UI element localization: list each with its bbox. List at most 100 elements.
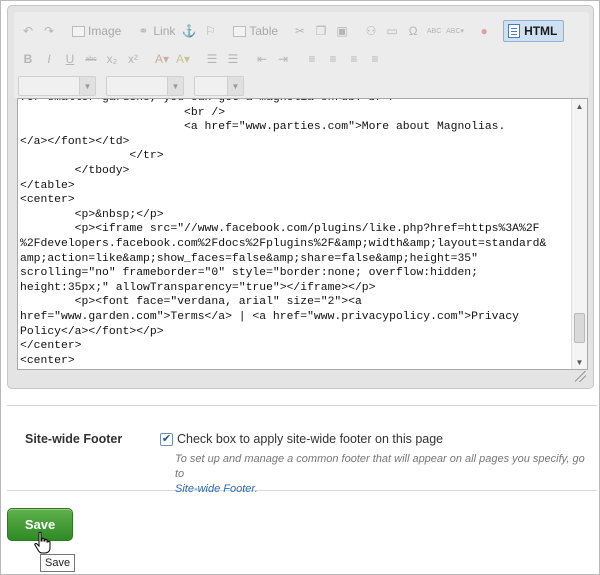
code-line: </tr> <box>20 150 164 163</box>
underline-button[interactable]: U <box>60 49 80 69</box>
bg-color-icon: A▾ <box>175 52 191 66</box>
spellcheck-icon: ABC <box>426 27 442 35</box>
subscript-icon: x₂ <box>106 52 118 66</box>
align-right-icon: ≡ <box>350 52 358 66</box>
code-line: %2Fdevelopers.facebook.com%2Fdocs%2Fplug… <box>20 237 547 250</box>
align-right-button[interactable]: ≡ <box>344 49 364 69</box>
checkmark-icon: ✔ <box>161 433 172 445</box>
image-icon <box>71 25 85 38</box>
align-left-button[interactable]: ≡ <box>302 49 322 69</box>
cut-button[interactable]: ✂ <box>290 21 310 41</box>
format-dropdown[interactable]: ▼ <box>18 76 96 96</box>
flag-button[interactable]: ⚐ <box>200 21 220 41</box>
bulleted-list-button[interactable]: ☰ <box>223 49 243 69</box>
indent-button[interactable]: ⇥ <box>273 49 293 69</box>
size-dropdown[interactable]: ▼ <box>194 76 244 96</box>
editor-toolbar: ↶ ↷ Image ⚭ Link ⚓ ⚐ Table ✂ ❐ ▣ ⚇ ▭ Ω A… <box>14 12 589 98</box>
strikethrough-button[interactable]: abc <box>81 49 101 69</box>
vertical-scrollbar[interactable]: ▲ ▼ <box>571 99 587 369</box>
help-text: To set up and manage a common footer tha… <box>175 453 585 480</box>
outdent-button[interactable]: ⇤ <box>252 49 272 69</box>
code-line: for smaller gardens, you can get a magno… <box>20 98 403 104</box>
horizontal-rule-icon: ▭ <box>386 24 398 38</box>
paste-button[interactable]: ▣ <box>332 21 352 41</box>
justify-icon: ≡ <box>371 52 379 66</box>
code-line: href="www.garden.com">Terms</a> | <a hre… <box>20 310 519 323</box>
italic-icon: I <box>47 52 51 66</box>
align-center-button[interactable]: ≡ <box>323 49 343 69</box>
table-icon <box>232 25 246 38</box>
table-button-label: Table <box>249 24 279 38</box>
special-char-icon: Ω <box>408 24 418 38</box>
numbered-list-button[interactable]: ☰ <box>202 49 222 69</box>
subscript-button[interactable]: x₂ <box>102 49 122 69</box>
code-line: <br /> <box>20 106 226 119</box>
chevron-down-icon: ▼ <box>227 77 243 95</box>
code-line: </a></font></td> <box>20 135 130 148</box>
paste-icon: ▣ <box>336 24 348 38</box>
font-dropdown[interactable]: ▼ <box>106 76 184 96</box>
chevron-down-icon: ▼ <box>79 77 95 95</box>
code-line: height:35px;" allowTransparency="true"><… <box>20 281 376 294</box>
html-source-button[interactable]: HTML <box>503 20 565 42</box>
spellcheck-dropdown-button[interactable]: ABC▾ <box>445 21 465 41</box>
resize-grip-icon[interactable] <box>575 371 586 382</box>
rich-text-editor: ↶ ↷ Image ⚭ Link ⚓ ⚐ Table ✂ ❐ ▣ ⚇ ▭ Ω A… <box>7 5 594 389</box>
anchor-button[interactable]: ⚓ <box>179 21 199 41</box>
flash-icon: ● <box>480 24 488 38</box>
link-icon: ⚭ <box>138 24 149 38</box>
site-wide-footer-link[interactable]: Site-wide Footer <box>175 483 255 495</box>
help-suffix: . <box>254 483 258 495</box>
justify-button[interactable]: ≡ <box>365 49 385 69</box>
code-line: <a href="www.parties.com">More about Mag… <box>20 121 506 134</box>
scroll-up-arrow-icon[interactable]: ▲ <box>572 99 587 113</box>
image-button[interactable]: Image <box>68 21 124 41</box>
align-left-icon: ≡ <box>308 52 316 66</box>
flag-icon: ⚐ <box>204 24 216 38</box>
html-source-textarea[interactable]: for smaller gardens, you can get a magno… <box>17 98 588 370</box>
outdent-icon: ⇤ <box>256 52 268 66</box>
bold-icon: B <box>23 52 33 66</box>
bold-button[interactable]: B <box>18 49 38 69</box>
strikethrough-icon: abc <box>85 55 97 63</box>
copy-button[interactable]: ❐ <box>311 21 331 41</box>
site-wide-footer-checkbox-label[interactable]: Check box to apply site-wide footer on t… <box>177 432 443 446</box>
flash-button[interactable]: ● <box>474 21 494 41</box>
text-color-button[interactable]: A▾ <box>152 49 172 69</box>
numbered-list-icon: ☰ <box>206 52 218 66</box>
code-line: <p><iframe src="//www.facebook.com/plugi… <box>20 223 540 236</box>
toolbar-row-3: ▼ ▼ ▼ <box>18 75 254 97</box>
find-button[interactable]: ⚇ <box>361 21 381 41</box>
code-line: <center> <box>20 354 75 367</box>
site-wide-footer-checkbox[interactable]: ✔ <box>160 433 173 446</box>
table-button[interactable]: Table <box>229 21 281 41</box>
undo-button[interactable]: ↶ <box>18 21 38 41</box>
html-source-icon <box>508 24 521 38</box>
cut-icon: ✂ <box>295 24 306 38</box>
code-line: amp;action=like&amp;show_faces=false&amp… <box>20 252 478 265</box>
link-button[interactable]: ⚭ Link <box>133 21 178 41</box>
superscript-icon: x² <box>128 52 138 66</box>
anchor-icon: ⚓ <box>181 24 197 38</box>
find-icon: ⚇ <box>365 24 377 38</box>
special-char-button[interactable]: Ω <box>403 21 423 41</box>
code-line: Policy</a></font></p> <box>20 325 164 338</box>
underline-icon: U <box>65 52 75 66</box>
scroll-down-arrow-icon[interactable]: ▼ <box>572 355 587 369</box>
align-center-icon: ≡ <box>329 52 337 66</box>
horizontal-rule-button[interactable]: ▭ <box>382 21 402 41</box>
spellcheck-button[interactable]: ABC <box>424 21 444 41</box>
redo-button[interactable]: ↷ <box>39 21 59 41</box>
indent-icon: ⇥ <box>277 52 289 66</box>
html-source-code: for smaller gardens, you can get a magno… <box>20 98 572 368</box>
hand-cursor-icon <box>34 531 51 554</box>
code-line: <p>&nbsp;</p> <box>20 208 164 221</box>
italic-button[interactable]: I <box>39 49 59 69</box>
code-line: </center> <box>20 340 82 353</box>
scrollbar-thumb[interactable] <box>574 313 585 343</box>
bg-color-button[interactable]: A▾ <box>173 49 193 69</box>
code-line: <center> <box>20 194 75 207</box>
superscript-button[interactable]: x² <box>123 49 143 69</box>
code-line: </tbody> <box>20 164 130 177</box>
text-color-icon: A▾ <box>154 52 170 66</box>
